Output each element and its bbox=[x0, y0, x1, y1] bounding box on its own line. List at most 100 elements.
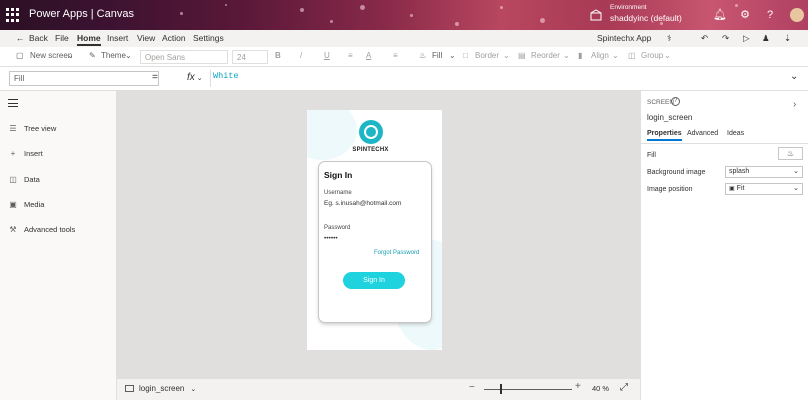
tab-ideas[interactable]: Ideas bbox=[727, 130, 744, 137]
undo-icon[interactable]: ↶ bbox=[701, 33, 708, 44]
equals-sign: = bbox=[152, 72, 158, 83]
app-title: Power Apps | Canvas bbox=[29, 8, 134, 20]
group-icon: ◫ bbox=[628, 51, 636, 60]
image-position-select[interactable]: ▣ Fit ⌄ bbox=[725, 183, 803, 195]
fit-to-window-icon[interactable]: ⤢ bbox=[620, 382, 628, 393]
app-header: Power Apps | Canvas Environment shaddyin… bbox=[0, 0, 808, 30]
bell-icon[interactable]: 🔔︎ bbox=[712, 7, 728, 23]
nav-item-label: Tree view bbox=[24, 124, 57, 133]
background-image-label: Background image bbox=[647, 169, 706, 176]
property-value: Fill bbox=[14, 74, 25, 83]
redo-icon[interactable]: ↷ bbox=[722, 33, 729, 44]
zoom-slider-thumb[interactable] bbox=[500, 384, 502, 394]
theme-icon: ✎ bbox=[89, 51, 96, 60]
back-button[interactable]: Back bbox=[29, 33, 48, 43]
bold-button[interactable]: B bbox=[275, 51, 281, 60]
nav-item-label: Insert bbox=[24, 149, 43, 158]
tab-insert[interactable]: Insert bbox=[107, 33, 128, 43]
font-color-button[interactable]: A bbox=[366, 51, 371, 60]
nav-item-media[interactable]: ▣ Media bbox=[8, 200, 44, 209]
tab-home[interactable]: Home bbox=[77, 33, 101, 46]
screen-selector[interactable]: login_screen ⌄ bbox=[139, 384, 196, 393]
font-size-select[interactable]: 24 bbox=[232, 50, 268, 64]
background-image-value: splash bbox=[729, 168, 750, 175]
app-checker-icon[interactable]: ⚕ bbox=[667, 33, 672, 44]
nav-item-data[interactable]: ◫ Data bbox=[8, 175, 40, 184]
zoom-out-button[interactable]: − bbox=[469, 382, 475, 393]
nav-item-insert[interactable]: + Insert bbox=[8, 149, 43, 158]
fill-label: Fill bbox=[647, 152, 656, 159]
nav-item-advanced-tools[interactable]: ⚒ Advanced tools bbox=[8, 225, 75, 234]
fill-button[interactable]: Fill bbox=[432, 51, 442, 60]
align-chevron-icon[interactable]: ⌄ bbox=[612, 51, 619, 60]
signin-card[interactable]: Sign In Username Eg. s.inusah@hotmail.co… bbox=[319, 162, 431, 322]
hamburger-menu-icon[interactable] bbox=[8, 99, 18, 107]
property-select[interactable]: Fill bbox=[9, 71, 159, 86]
formula-input[interactable]: White bbox=[213, 71, 239, 81]
theme-button[interactable]: Theme bbox=[101, 51, 126, 60]
command-bar: ← Back File Home Insert View Action Sett… bbox=[0, 30, 808, 47]
canvas-area[interactable]: SPINTECHX Sign In Username Eg. s.inusah@… bbox=[117, 91, 640, 378]
screen-preview[interactable]: SPINTECHX Sign In Username Eg. s.inusah@… bbox=[307, 110, 442, 350]
tab-settings[interactable]: Settings bbox=[193, 33, 224, 43]
save-icon[interactable]: ⇣ bbox=[784, 33, 791, 44]
gear-icon[interactable]: ⚙ bbox=[737, 7, 753, 23]
fill-chevron-icon[interactable]: ⌄ bbox=[449, 51, 456, 60]
font-family-select[interactable]: Open Sans bbox=[140, 50, 228, 64]
chevron-down-icon[interactable]: ⌄ bbox=[790, 71, 798, 82]
plus-icon: + bbox=[10, 149, 16, 158]
group-button[interactable]: Group bbox=[641, 51, 663, 60]
username-input[interactable]: Eg. s.inusah@hotmail.com bbox=[324, 200, 401, 207]
theme-chevron-icon[interactable]: ⌄ bbox=[125, 51, 132, 60]
background-image-select[interactable]: splash ⌄ bbox=[725, 166, 803, 178]
tab-file[interactable]: File bbox=[55, 33, 69, 43]
ribbon: ▢ New screen ⌄ ✎ Theme ⌄ Open Sans 24 B … bbox=[0, 47, 808, 67]
nav-item-tree-view[interactable]: ☰ Tree view bbox=[8, 124, 56, 133]
border-chevron-icon[interactable]: ⌄ bbox=[503, 51, 510, 60]
app-name[interactable]: Spintechx App bbox=[597, 33, 651, 43]
tools-icon: ⚒ bbox=[9, 225, 17, 234]
share-user-icon[interactable]: ♟ bbox=[762, 33, 770, 44]
chevron-down-icon: ⌄ bbox=[190, 386, 197, 393]
signin-title: Sign In bbox=[324, 170, 353, 180]
environment-name[interactable]: shaddyinc (default) bbox=[610, 13, 682, 23]
avatar[interactable] bbox=[790, 8, 804, 22]
app-launcher-icon[interactable] bbox=[6, 8, 20, 22]
new-screen-button[interactable]: New screen bbox=[30, 51, 72, 60]
play-icon[interactable]: ▷ bbox=[743, 33, 750, 44]
text-align-icon[interactable]: ≡ bbox=[393, 51, 398, 60]
tab-properties[interactable]: Properties bbox=[647, 130, 682, 141]
reorder-button[interactable]: Reorder bbox=[531, 51, 560, 60]
new-screen-icon: ▢ bbox=[16, 51, 24, 60]
back-arrow-icon[interactable]: ← bbox=[16, 33, 25, 43]
underline-button[interactable]: U bbox=[324, 51, 330, 60]
help-icon[interactable]: ? bbox=[762, 7, 778, 23]
layers-icon: ☰ bbox=[9, 124, 17, 133]
help-icon[interactable]: ? bbox=[671, 97, 680, 106]
status-bar: login_screen ⌄ − + 40 % ⤢ bbox=[117, 378, 640, 400]
fx-button[interactable]: fx ⌄ bbox=[183, 70, 211, 87]
font-size-value: 24 bbox=[237, 53, 246, 62]
zoom-slider[interactable] bbox=[484, 389, 572, 390]
tab-action[interactable]: Action bbox=[162, 33, 186, 43]
reorder-chevron-icon[interactable]: ⌄ bbox=[563, 51, 570, 60]
selected-screen-name[interactable]: login_screen bbox=[647, 113, 692, 122]
forgot-password-link[interactable]: Forgot Password bbox=[374, 250, 419, 256]
signin-button[interactable]: Sign In bbox=[343, 272, 405, 289]
group-chevron-icon[interactable]: ⌄ bbox=[664, 51, 671, 60]
zoom-in-button[interactable]: + bbox=[575, 381, 581, 392]
image-icon: ▣ bbox=[729, 186, 735, 192]
fill-color-picker[interactable]: ♨ bbox=[778, 147, 803, 160]
tab-advanced[interactable]: Advanced bbox=[687, 130, 718, 137]
zoom-value: 40 % bbox=[592, 384, 610, 393]
nav-item-label: Advanced tools bbox=[24, 225, 76, 234]
italic-button[interactable]: / bbox=[300, 51, 302, 60]
strikethrough-icon[interactable]: ≡ bbox=[348, 51, 353, 60]
new-screen-chevron-icon[interactable]: ⌄ bbox=[67, 51, 74, 60]
tab-view[interactable]: View bbox=[137, 33, 155, 43]
database-icon: ◫ bbox=[9, 175, 17, 184]
border-button[interactable]: Border bbox=[475, 51, 499, 60]
chevron-right-icon[interactable]: › bbox=[793, 99, 796, 110]
align-button[interactable]: Align bbox=[591, 51, 609, 60]
password-input[interactable]: •••••• bbox=[324, 235, 338, 242]
